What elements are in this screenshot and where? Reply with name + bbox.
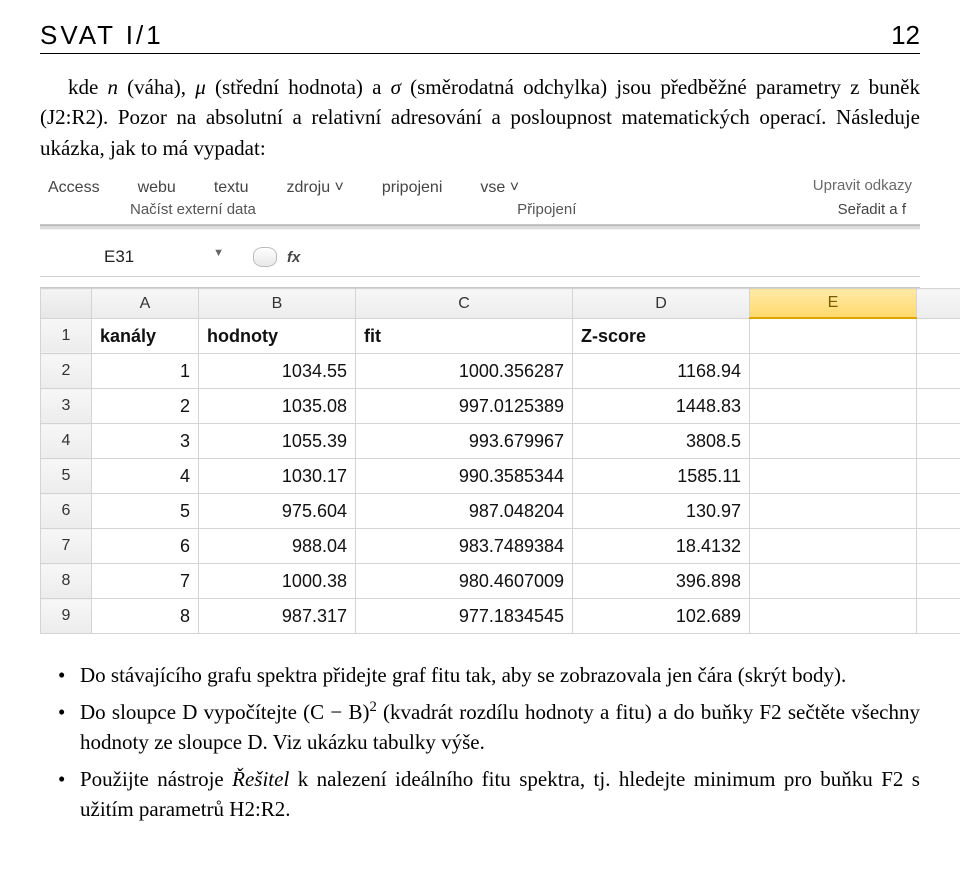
cell[interactable] [750,564,917,599]
cell[interactable]: 1585.11 [573,459,750,494]
cell[interactable]: kanály [92,318,199,354]
ribbon-group-pripojeni: Připojení [517,201,576,218]
cell[interactable]: 987.317 [199,599,356,634]
cell[interactable] [750,318,917,354]
row-header[interactable]: 9 [41,599,92,634]
ribbon-group-externi: Načíst externí data [130,201,256,218]
cell[interactable] [917,424,960,459]
cell[interactable]: Z-score [573,318,750,354]
header-page-number: 12 [891,20,920,51]
cell[interactable]: 1034.55 [199,354,356,389]
cell[interactable] [750,424,917,459]
ribbon-tab-pripojeni[interactable]: pripojeni [382,177,442,199]
ribbon-groups: Načíst externí data Připojení Seřadit a … [40,199,920,225]
row-header[interactable]: 8 [41,564,92,599]
cell[interactable]: 1000.356287 [356,354,573,389]
cell[interactable]: 1 [92,354,199,389]
chevron-down-icon[interactable]: ▼ [213,247,224,259]
cell[interactable] [750,599,917,634]
cell[interactable]: hodnoty [199,318,356,354]
cell[interactable] [917,529,960,564]
cell[interactable] [917,494,960,529]
select-all-corner[interactable] [41,289,92,319]
cell[interactable]: 3 [92,424,199,459]
cell[interactable] [750,529,917,564]
cell[interactable] [917,564,960,599]
cell[interactable]: 6 [92,529,199,564]
ribbon-upravit-odkazy: Upravit odkazy [813,177,912,199]
row-header[interactable]: 2 [41,354,92,389]
cell[interactable] [917,459,960,494]
cell[interactable]: 987.048204 [356,494,573,529]
col-header-a[interactable]: A [92,289,199,319]
cell[interactable]: 4 [92,459,199,494]
cell[interactable]: 18.4132 [573,529,750,564]
bullet-item: Do stávajícího grafu spektra přidejte gr… [80,660,920,690]
cell[interactable]: 997.0125389 [356,389,573,424]
cell[interactable] [750,389,917,424]
col-header-f[interactable]: F [917,289,960,319]
row-header[interactable]: 6 [41,494,92,529]
intro-paragraph: kde n (váha), μ (střední hodnota) a σ (s… [40,72,920,163]
ribbon-tab-vse[interactable]: vse ˅ [480,177,519,199]
col-header-b[interactable]: B [199,289,356,319]
cell[interactable]: 990.3585344 [356,459,573,494]
row-header[interactable]: 7 [41,529,92,564]
spreadsheet-grid[interactable]: A B C D E F 1 kanály hodnoty fit Z-score [40,288,960,634]
ribbon-tab-access[interactable]: Access [48,177,100,199]
row-header[interactable]: 4 [41,424,92,459]
excel-screenshot: Access webu textu zdroju ˅ pripojeni vse… [40,175,920,634]
row-header[interactable]: 1 [41,318,92,354]
cell[interactable] [917,318,960,354]
cell[interactable]: 1035.08 [199,389,356,424]
cell[interactable]: 975.604 [199,494,356,529]
col-header-d[interactable]: D [573,289,750,319]
bullet-item: Použijte nástroje Řešitel k nalezení ide… [80,764,920,825]
row-header[interactable]: 5 [41,459,92,494]
cell[interactable]: 980.4607009 [356,564,573,599]
ribbon-tab-webu[interactable]: webu [138,177,176,199]
cell[interactable]: fit [356,318,573,354]
cell[interactable]: 993.679967 [356,424,573,459]
cell[interactable]: 1030.17 [199,459,356,494]
fx-label[interactable]: fx [287,249,300,266]
name-box[interactable]: E31▼ [95,244,233,270]
cell[interactable] [750,459,917,494]
cell[interactable]: 1055.39 [199,424,356,459]
cell[interactable]: 130.97 [573,494,750,529]
cell[interactable] [917,599,960,634]
cell[interactable]: 2 [92,389,199,424]
cell[interactable]: 1000.38 [199,564,356,599]
cell[interactable]: 4.31E+05 [917,354,960,389]
ribbon-tab-textu[interactable]: textu [214,177,249,199]
cell[interactable]: 977.1834545 [356,599,573,634]
formula-input[interactable] [300,246,920,268]
cell[interactable] [750,354,917,389]
col-header-e[interactable]: E [750,289,917,319]
ribbon-group-seradit: Seřadit a f [838,201,906,218]
cell[interactable] [750,494,917,529]
page-header: SVAT I/1 12 [40,20,920,54]
bullet-item: Do sloupce D vypočítejte (C − B)2 (kvadr… [80,697,920,758]
cell[interactable]: 8 [92,599,199,634]
bullet-list: Do stávajícího grafu spektra přidejte gr… [40,660,920,824]
cell[interactable]: 983.7489384 [356,529,573,564]
col-header-c[interactable]: C [356,289,573,319]
formula-bar: E31▼ fx [40,230,920,277]
ribbon-tab-zdroju[interactable]: zdroju ˅ [287,177,344,199]
ribbon-tabs: Access webu textu zdroju ˅ pripojeni vse… [40,175,920,199]
fx-circle-icon [253,247,277,267]
cell[interactable]: 3808.5 [573,424,750,459]
header-left: SVAT I/1 [40,20,164,51]
cell[interactable]: 1168.94 [573,354,750,389]
cell[interactable]: 988.04 [199,529,356,564]
cell[interactable]: 396.898 [573,564,750,599]
cell[interactable]: 1448.83 [573,389,750,424]
cell[interactable]: 5 [92,494,199,529]
row-header[interactable]: 3 [41,389,92,424]
cell[interactable]: 102.689 [573,599,750,634]
cell[interactable] [917,389,960,424]
cell[interactable]: 7 [92,564,199,599]
